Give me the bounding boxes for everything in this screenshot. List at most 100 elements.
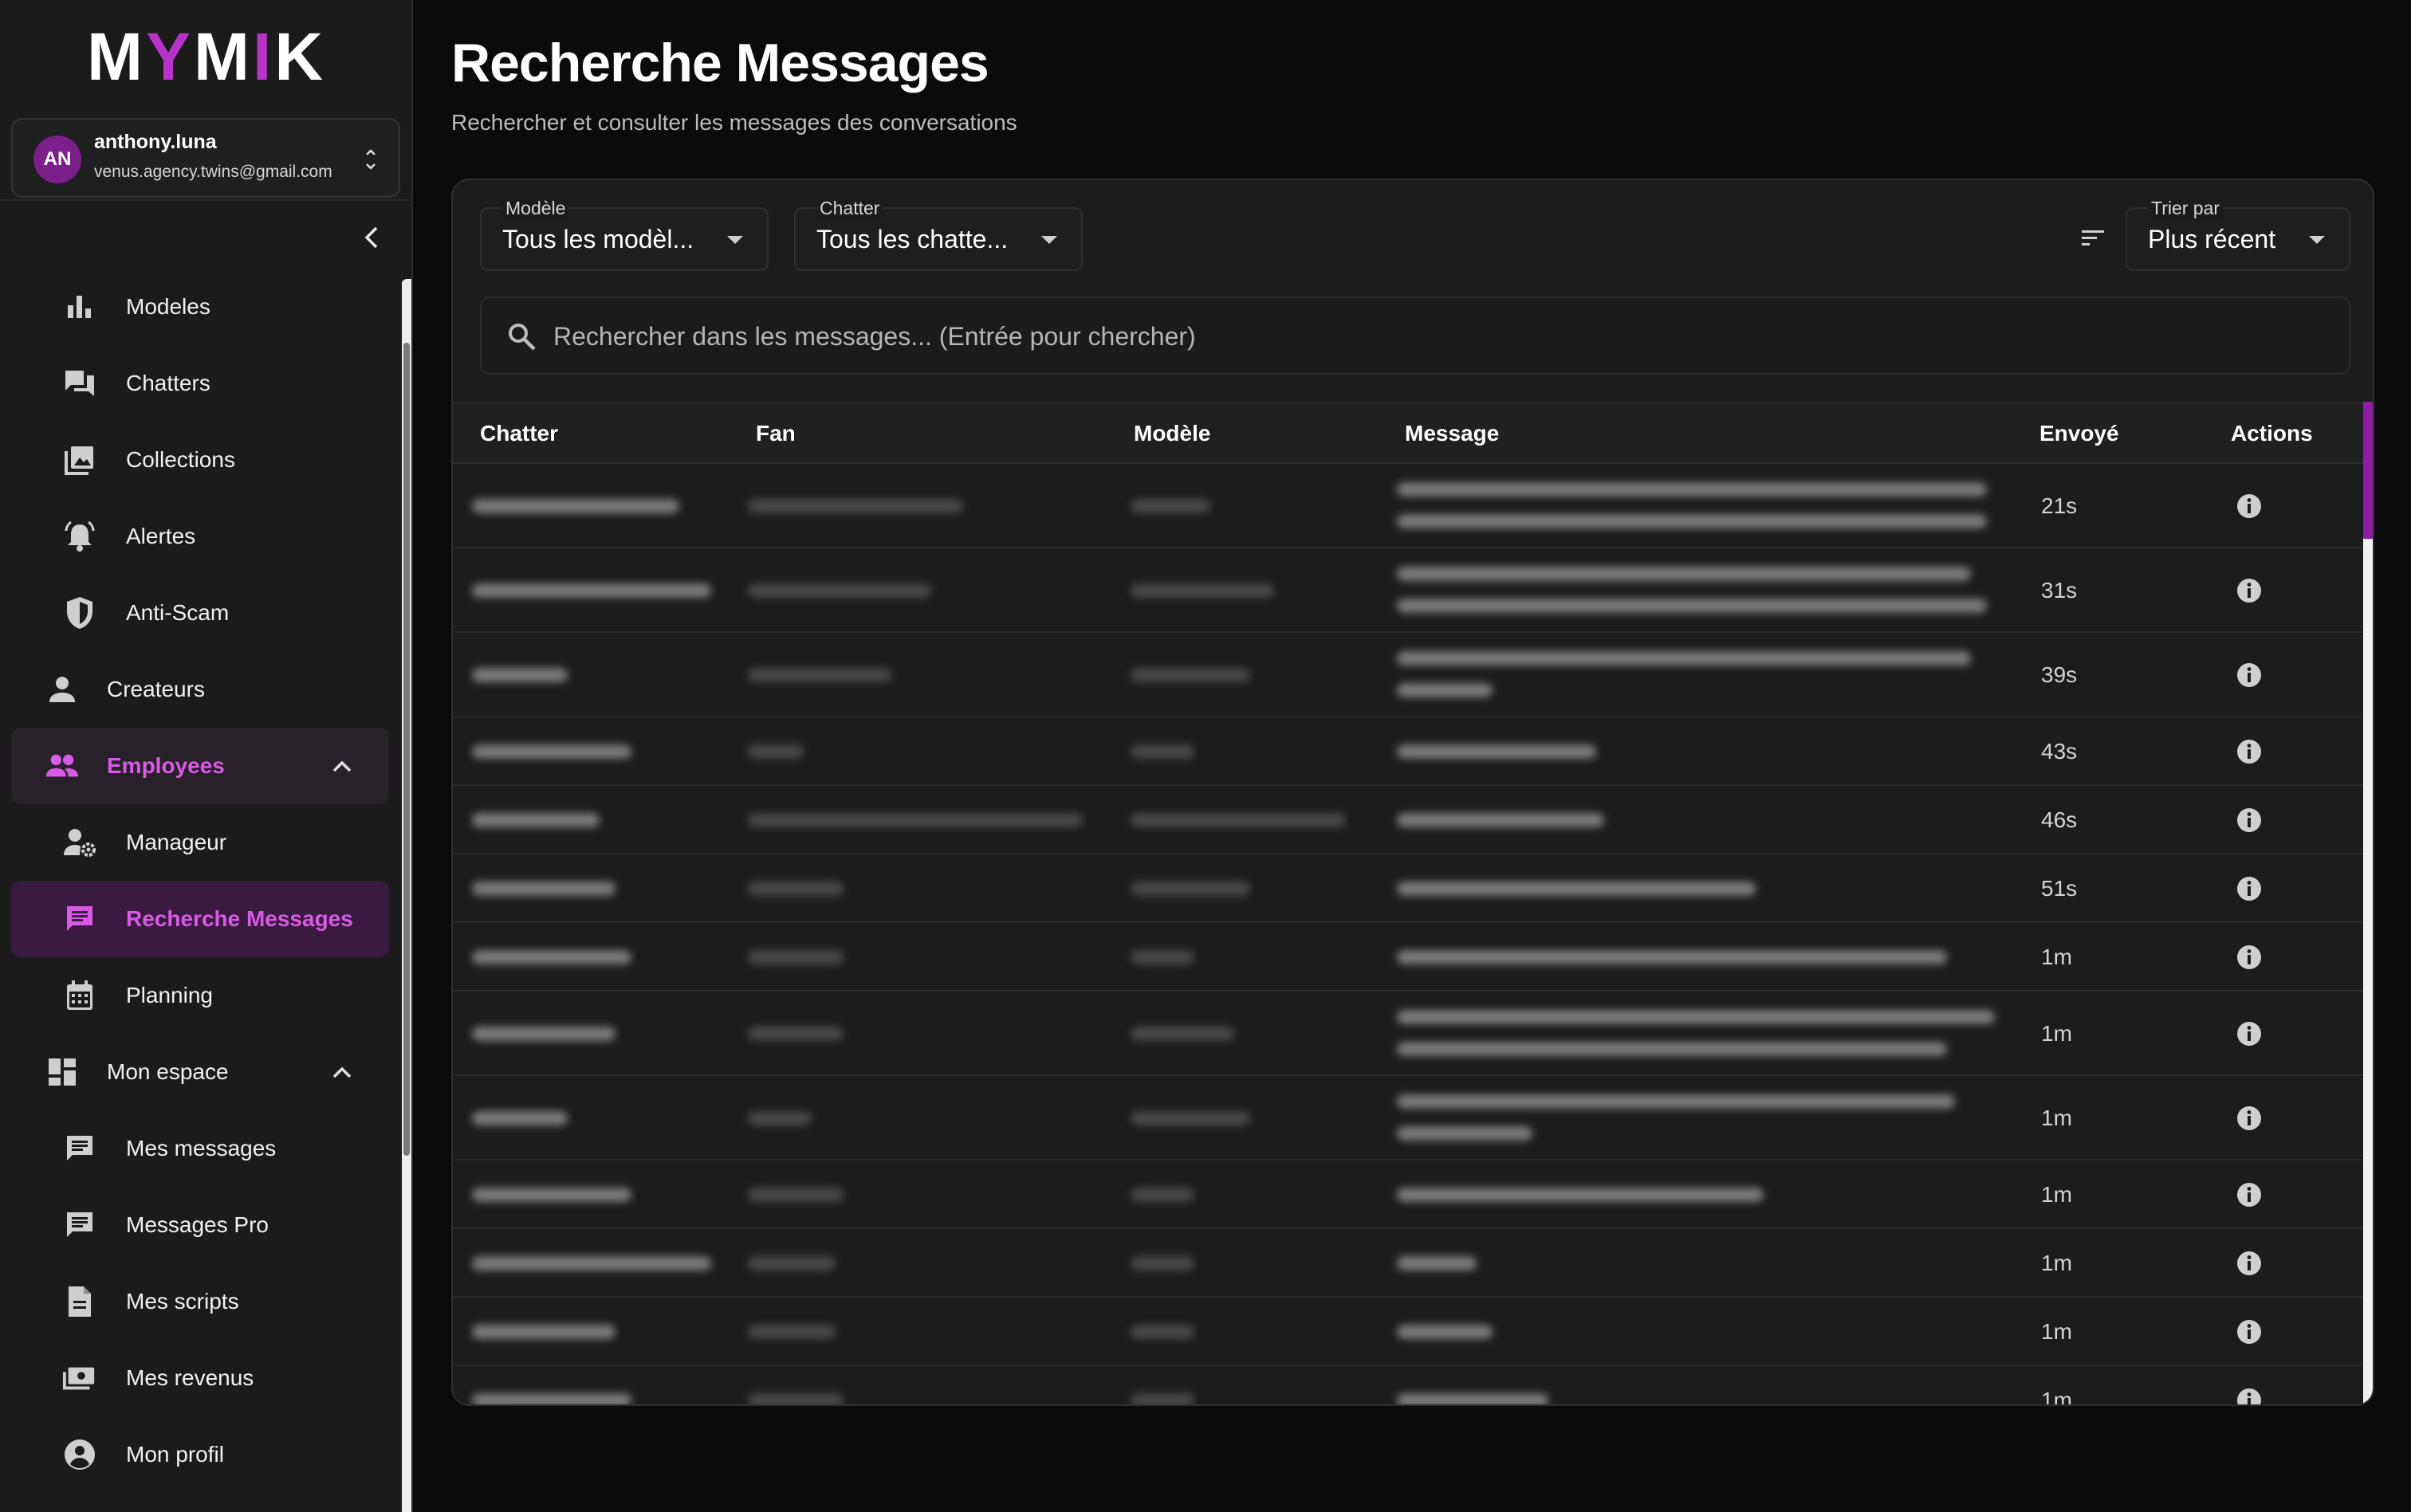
sidebar-item-anti-scam[interactable]: Anti-Scam — [11, 575, 389, 651]
table-scrollbar[interactable] — [2363, 402, 2373, 1404]
redacted-model — [1131, 583, 1274, 598]
redacted-model — [1131, 950, 1194, 964]
table-row[interactable]: 1m — [453, 1366, 2363, 1406]
table-row[interactable]: 21s — [453, 464, 2363, 548]
redacted-message — [1397, 482, 1987, 497]
messages-card: Modèle Tous les modèl... Chatter Tous le… — [451, 179, 2374, 1406]
redacted-model — [1131, 813, 1346, 827]
sidebar-item-label: Manageur — [126, 830, 227, 854]
table-row[interactable]: 1m — [453, 1161, 2363, 1229]
table-row[interactable]: 43s — [453, 717, 2363, 786]
info-icon[interactable] — [2236, 875, 2263, 902]
sent-time: 1m — [2041, 1106, 2072, 1130]
select-value: Plus récent — [2148, 225, 2276, 253]
sent-time: 1m — [2041, 1021, 2072, 1046]
sent-time: 1m — [2041, 1319, 2072, 1344]
info-icon[interactable] — [2236, 1250, 2263, 1277]
column-header-envoye[interactable]: Envoyé — [2039, 421, 2119, 446]
table-row[interactable]: 1m — [453, 923, 2363, 992]
redacted-chatter — [472, 668, 568, 682]
table-row[interactable]: 51s — [453, 854, 2363, 923]
dropdown-arrow-icon — [727, 236, 743, 244]
sidebar-scrollbar-thumb[interactable] — [403, 343, 410, 1156]
sidebar-item-mes-revenus[interactable]: Mes revenus — [11, 1340, 389, 1416]
table-scrollbar-thumb[interactable] — [2363, 402, 2373, 539]
redacted-message — [1397, 1042, 1947, 1056]
table-row[interactable]: 39s — [453, 633, 2363, 717]
redacted-chatter — [472, 950, 631, 964]
account-switcher[interactable]: AN anthony.luna venus.agency.twins@gmail… — [11, 118, 400, 198]
search-icon — [509, 324, 536, 351]
table-row[interactable]: 31s — [453, 548, 2363, 633]
redacted-fan — [748, 744, 804, 759]
sidebar-item-planning[interactable]: Planning — [11, 957, 389, 1034]
table-row[interactable]: 1m — [453, 992, 2363, 1076]
sent-time: 1m — [2041, 1388, 2072, 1406]
redacted-fan — [748, 1325, 836, 1339]
select-caption: Trier par — [2148, 198, 2224, 219]
redacted-fan — [748, 813, 1083, 827]
sidebar-item-mes-scripts[interactable]: Mes scripts — [11, 1263, 389, 1340]
column-header-chatter[interactable]: Chatter — [480, 421, 558, 446]
sidebar-item-collections[interactable]: Collections — [11, 422, 389, 498]
info-icon[interactable] — [2236, 1105, 2263, 1132]
info-icon[interactable] — [2236, 944, 2263, 971]
sidebar-item-messages-pro[interactable]: Messages Pro — [11, 1187, 389, 1263]
info-icon[interactable] — [2236, 1318, 2263, 1345]
sidebar-item-modeles[interactable]: Modeles — [11, 269, 389, 345]
chatter-filter-select[interactable]: Chatter Tous les chatte... — [794, 198, 1083, 271]
redacted-message — [1397, 1010, 1995, 1024]
app-logo[interactable]: MYMIK — [0, 21, 411, 92]
redacted-fan — [748, 950, 844, 964]
sort-icon[interactable] — [2079, 226, 2106, 250]
sidebar-item-mes-messages[interactable]: Mes messages — [11, 1110, 389, 1187]
redacted-fan — [748, 1111, 812, 1125]
sidebar-item-recherche-messages[interactable]: Recherche Messages — [11, 881, 389, 957]
sidebar-item-label: Messages Pro — [126, 1212, 269, 1237]
redacted-chatter — [472, 1256, 711, 1270]
sidebar-item-label: Alertes — [126, 524, 196, 548]
column-header-actions: Actions — [2231, 421, 2313, 446]
model-filter-select[interactable]: Modèle Tous les modèl... — [480, 198, 769, 271]
info-icon[interactable] — [2236, 577, 2263, 604]
sidebar-item-manageur[interactable]: Manageur — [11, 804, 389, 881]
redacted-fan — [748, 1256, 836, 1270]
sidebar-item-mon-profil[interactable]: Mon profil — [11, 1416, 389, 1493]
redacted-chatter — [472, 499, 679, 513]
table-row[interactable]: 46s — [453, 786, 2363, 854]
table-row[interactable]: 1m — [453, 1229, 2363, 1298]
sent-time: 1m — [2041, 945, 2072, 969]
info-icon[interactable] — [2236, 493, 2263, 520]
table-row[interactable]: 1m — [453, 1298, 2363, 1366]
info-icon[interactable] — [2236, 662, 2263, 689]
info-icon[interactable] — [2236, 1181, 2263, 1208]
account-email: venus.agency.twins@gmail.com — [94, 163, 332, 181]
sidebar-item-chatters[interactable]: Chatters — [11, 345, 389, 422]
sidebar-item-alertes[interactable]: Alertes — [11, 498, 389, 575]
collapse-sidebar-icon[interactable] — [359, 223, 384, 252]
account-circle-icon — [62, 1437, 97, 1472]
column-header-fan[interactable]: Fan — [756, 421, 796, 446]
sidebar-item-createurs[interactable]: Createurs — [11, 651, 389, 728]
message-icon — [62, 1131, 97, 1166]
info-icon[interactable] — [2236, 1020, 2263, 1047]
sidebar-item-mon-espace[interactable]: Mon espace — [11, 1034, 389, 1110]
redacted-message — [1397, 1325, 1493, 1339]
column-header-message[interactable]: Message — [1405, 421, 1499, 446]
sidebar-item-employees[interactable]: Employees — [11, 728, 389, 804]
info-icon[interactable] — [2236, 738, 2263, 765]
info-icon[interactable] — [2236, 1387, 2263, 1406]
sidebar-item-label: Mes scripts — [126, 1289, 239, 1314]
sort-select[interactable]: Trier par Plus récent — [2126, 198, 2350, 271]
page-title: Recherche Messages — [451, 33, 989, 93]
message-search-input[interactable]: Rechercher dans les messages... (Entrée … — [480, 297, 2350, 375]
sidebar-item-label: Mon profil — [126, 1442, 224, 1467]
info-icon[interactable] — [2236, 807, 2263, 834]
column-header-modele[interactable]: Modèle — [1134, 421, 1210, 446]
sidebar-item-label: Planning — [126, 983, 213, 1007]
table-row[interactable]: 1m — [453, 1076, 2363, 1161]
redacted-fan — [748, 1188, 844, 1202]
table-header: Chatter Fan Modèle Message Envoyé Action… — [453, 402, 2363, 464]
redacted-chatter — [472, 1325, 616, 1339]
sent-time: 46s — [2041, 807, 2078, 832]
